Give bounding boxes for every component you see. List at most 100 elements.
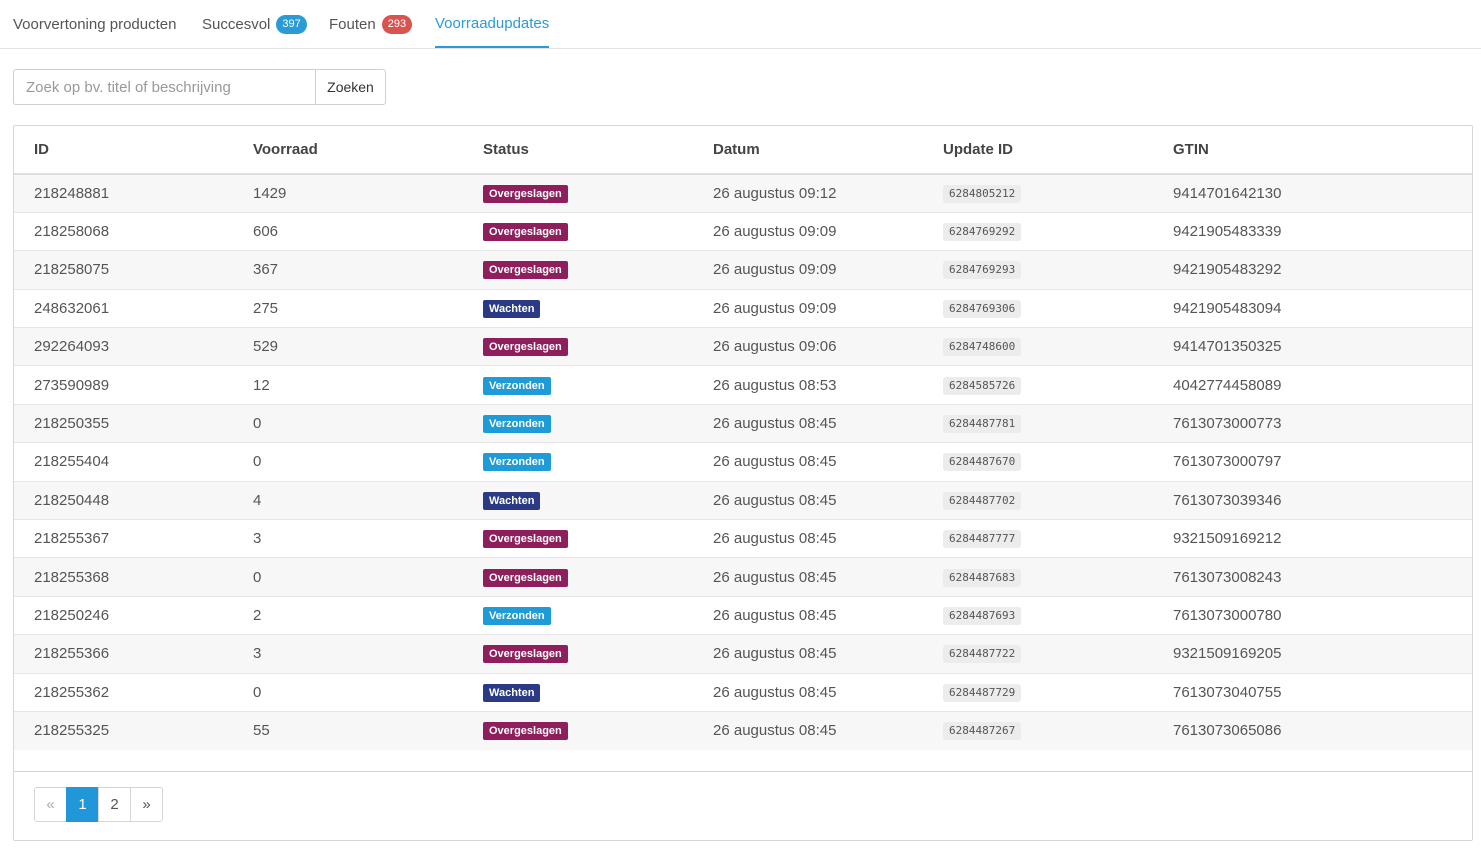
- tab-label: Fouten: [329, 15, 376, 33]
- cell-id: 218255325: [14, 710, 233, 750]
- cell-stock: 606: [233, 211, 463, 251]
- cell-gtin: 9321509169205: [1153, 634, 1472, 674]
- cell-stock: 529: [233, 327, 463, 366]
- tab-label: Succesvol: [202, 15, 271, 33]
- update-id-code: 6284487729: [943, 683, 1022, 702]
- tab-errors[interactable]: Fouten 293: [329, 0, 413, 48]
- cell-update-id: 6284805212: [923, 174, 1153, 213]
- cell-stock: 275: [233, 288, 463, 328]
- cell-gtin: 4042774458089: [1153, 365, 1472, 405]
- cell-update-id: 6284487670: [923, 442, 1153, 482]
- status-badge: Overgeslagen: [483, 530, 568, 549]
- cell-stock: 0: [233, 403, 463, 443]
- cell-gtin: 7613073000797: [1153, 442, 1472, 482]
- cell-update-id: 6284487729: [923, 672, 1153, 712]
- tab-label: Voorvertoning producten: [13, 15, 177, 33]
- status-badge: Verzonden: [483, 376, 551, 395]
- cell-id: 218255404: [14, 442, 233, 482]
- update-id-code: 6284748600: [943, 338, 1022, 357]
- tab-product-preview[interactable]: Voorvertoning producten: [13, 0, 176, 48]
- cell-id: 218250246: [14, 595, 233, 635]
- cell-id: 248632061: [14, 288, 233, 328]
- cell-status: Verzonden: [463, 442, 693, 482]
- status-badge: Wachten: [483, 299, 541, 318]
- cell-update-id: 6284769292: [923, 211, 1153, 251]
- cell-status: Wachten: [463, 288, 693, 328]
- cell-gtin: 9421905483339: [1153, 211, 1472, 251]
- status-badge: Overgeslagen: [483, 568, 568, 587]
- column-header-stock: Voorraad: [233, 126, 463, 175]
- cell-status: Verzonden: [463, 365, 693, 405]
- cell-gtin: 7613073039346: [1153, 480, 1472, 520]
- update-id-code: 6284487267: [943, 722, 1022, 741]
- cell-gtin: 7613073040755: [1153, 672, 1472, 712]
- pagination: « 1 2 »: [34, 787, 163, 822]
- search-input[interactable]: [13, 69, 315, 105]
- cell-date: 26 augustus 08:45: [693, 442, 923, 482]
- pagination-next-button[interactable]: »: [130, 787, 163, 822]
- table-row: 218258075 367 Overgeslagen 26 augustus 09:0…: [14, 250, 1472, 290]
- pagination-prev-button[interactable]: «: [34, 787, 67, 822]
- cell-update-id: 6284585726: [923, 365, 1153, 405]
- cell-update-id: 6284748600: [923, 327, 1153, 366]
- tab-label: Voorraadupdates: [435, 14, 550, 32]
- table-row: 218255368 0 Overgeslagen 26 augustus 08:45 6…: [14, 557, 1472, 597]
- update-id-code: 6284487693: [943, 606, 1022, 625]
- pagination-page-2[interactable]: 2: [98, 787, 131, 822]
- table-row: 218250448 4 Wachten 26 augustus 08:45 628448…: [14, 480, 1472, 520]
- cell-gtin: 7613073000773: [1153, 403, 1472, 443]
- pagination-page-1[interactable]: 1: [66, 787, 99, 822]
- cell-update-id: 6284769293: [923, 250, 1153, 290]
- cell-date: 26 augustus 08:45: [693, 403, 923, 443]
- cell-update-id: 6284487683: [923, 557, 1153, 597]
- tab-stock-updates[interactable]: Voorraadupdates: [435, 0, 550, 48]
- cell-update-id: 6284769306: [923, 288, 1153, 328]
- cell-date: 26 augustus 09:09: [693, 211, 923, 251]
- table-row: 218255325 55 Overgeslagen 26 augustus 08:45…: [14, 710, 1472, 750]
- table-row: 218255362 0 Wachten 26 augustus 08:45 628448…: [14, 672, 1472, 712]
- update-id-code: 6284487777: [943, 530, 1022, 549]
- table-row: 248632061 275 Wachten 26 augustus 09:09 6284…: [14, 288, 1472, 328]
- status-badge: Wachten: [483, 683, 541, 702]
- cell-status: Verzonden: [463, 403, 693, 443]
- tab-successful[interactable]: Succesvol 397: [202, 0, 307, 48]
- cell-date: 26 augustus 09:09: [693, 250, 923, 290]
- cell-gtin: 7613073065086: [1153, 710, 1472, 750]
- cell-date: 26 augustus 08:45: [693, 595, 923, 635]
- cell-status: Overgeslagen: [463, 519, 693, 558]
- panel-footer-divider: [14, 771, 1472, 772]
- table-row: 218258068 606 Overgeslagen 26 augustus 09:0…: [14, 211, 1472, 251]
- cell-id: 218250355: [14, 403, 233, 443]
- cell-gtin: 9421905483292: [1153, 250, 1472, 290]
- update-id-code: 6284769306: [943, 299, 1022, 318]
- cell-date: 26 augustus 09:09: [693, 288, 923, 328]
- cell-id: 218258075: [14, 250, 233, 290]
- stock-updates-panel: ID Voorraad Status Datum Update ID GTIN …: [13, 125, 1473, 841]
- cell-stock: 367: [233, 250, 463, 290]
- cell-status: Overgeslagen: [463, 327, 693, 366]
- status-badge: Overgeslagen: [483, 645, 568, 664]
- status-badge: Overgeslagen: [483, 722, 568, 741]
- cell-id: 218255368: [14, 557, 233, 597]
- cell-id: 292264093: [14, 327, 233, 366]
- table-row: 273590989 12 Verzonden 26 augustus 08:53 628…: [14, 365, 1472, 405]
- cell-date: 26 augustus 09:06: [693, 327, 923, 366]
- table-row: 292264093 529 Overgeslagen 26 augustus 09:0…: [14, 327, 1472, 366]
- cell-id: 218255366: [14, 634, 233, 674]
- status-badge: Verzonden: [483, 606, 551, 625]
- cell-status: Overgeslagen: [463, 174, 693, 213]
- status-badge: Overgeslagen: [483, 261, 568, 280]
- cell-date: 26 augustus 08:45: [693, 480, 923, 520]
- cell-date: 26 augustus 08:53: [693, 365, 923, 405]
- update-id-code: 6284805212: [943, 184, 1022, 203]
- error-count-badge: 293: [381, 14, 413, 34]
- cell-update-id: 6284487777: [923, 519, 1153, 558]
- update-id-code: 6284769293: [943, 261, 1022, 280]
- table-row: 218250246 2 Verzonden 26 augustus 08:45 6284…: [14, 595, 1472, 635]
- cell-gtin: 7613073000780: [1153, 595, 1472, 635]
- status-badge: Overgeslagen: [483, 338, 568, 357]
- cell-update-id: 6284487722: [923, 634, 1153, 674]
- update-id-code: 6284487702: [943, 491, 1022, 510]
- table-row: 218255367 3 Overgeslagen 26 augustus 08:45 6…: [14, 519, 1472, 558]
- search-button[interactable]: Zoeken: [315, 69, 386, 105]
